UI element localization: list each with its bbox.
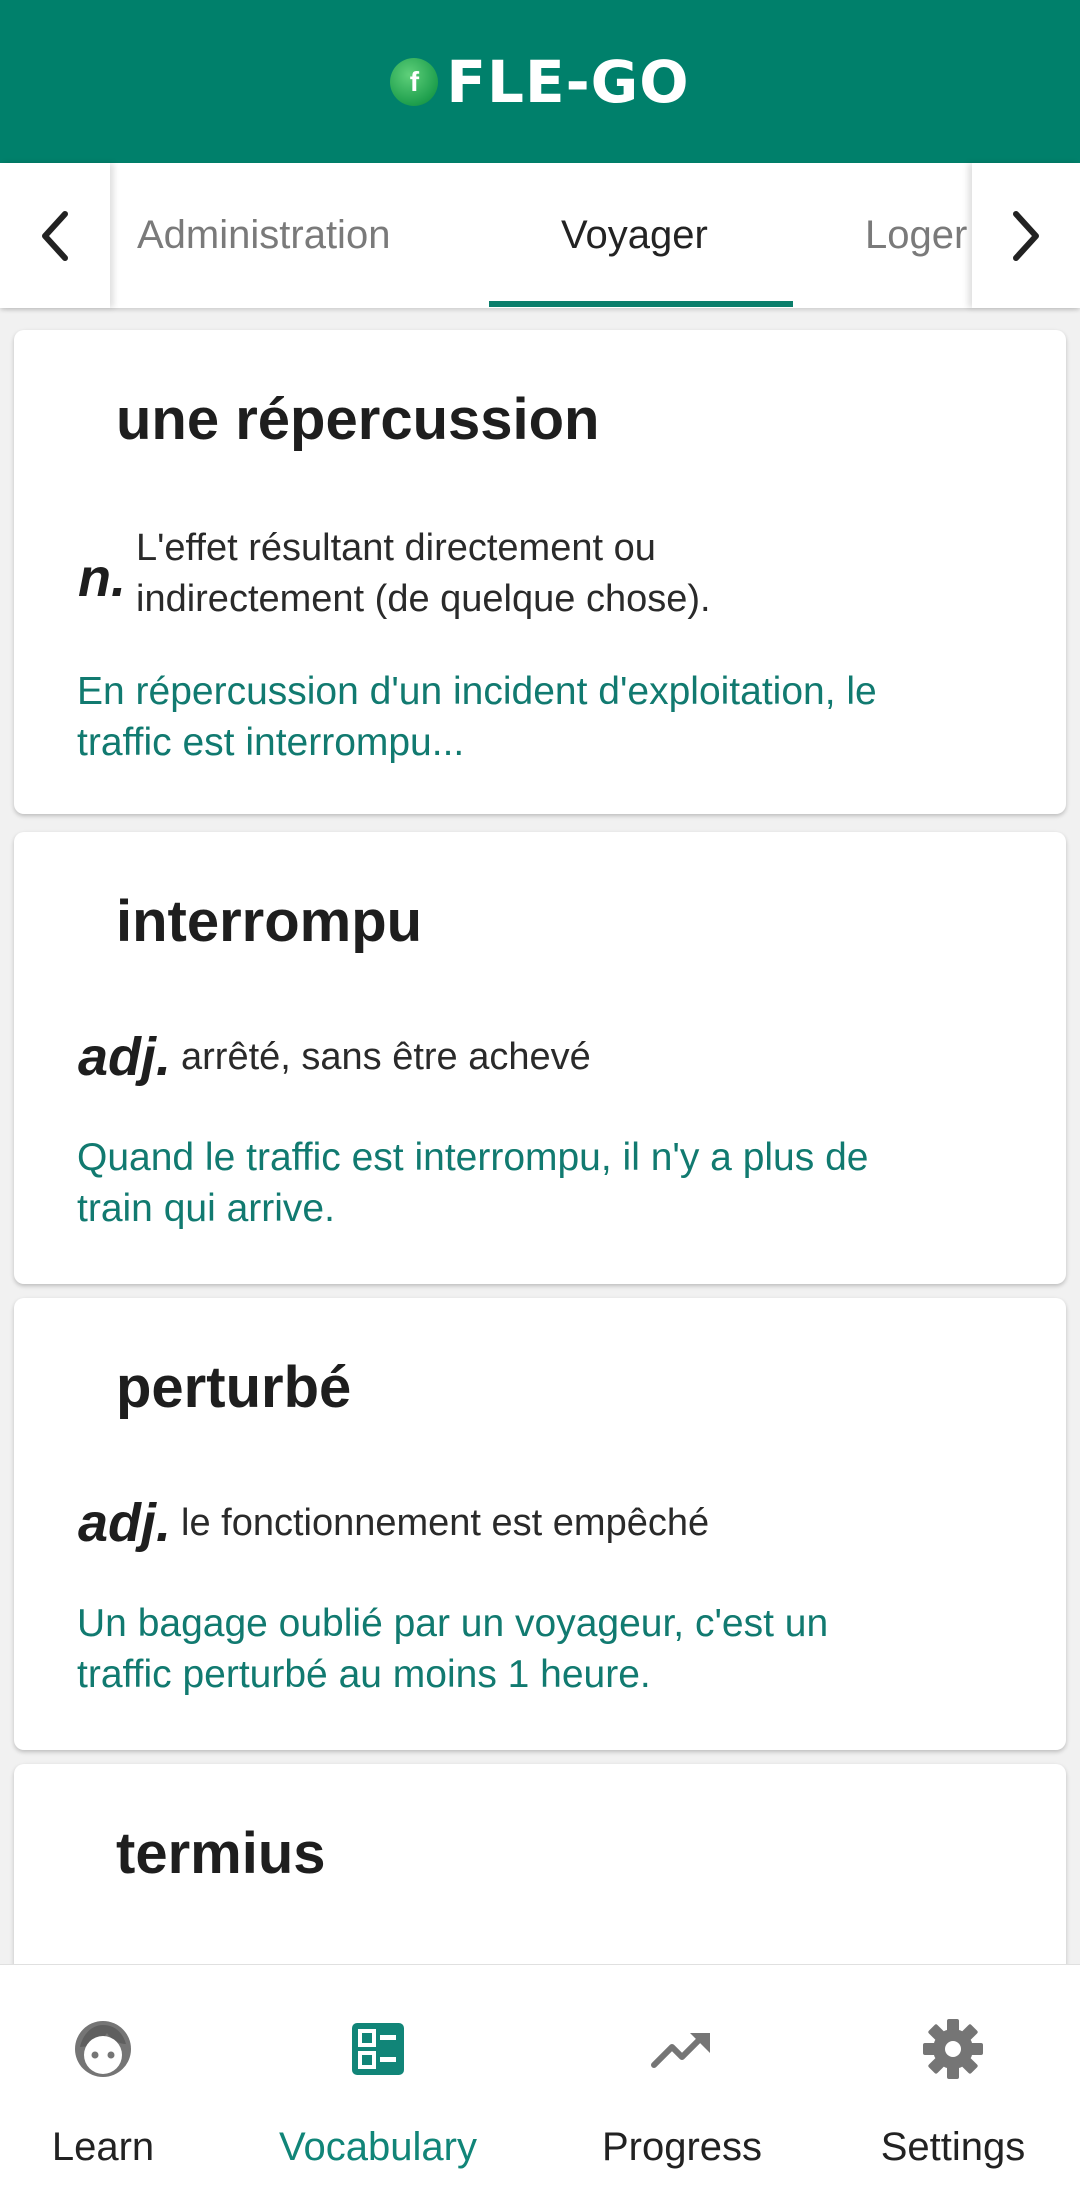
- trending-up-icon: [650, 2017, 714, 2081]
- vocab-word: interrompu: [116, 889, 423, 954]
- brand: f FLE-GO: [390, 48, 689, 116]
- brand-name: FLE-GO: [446, 47, 690, 116]
- tab-voyager[interactable]: Voyager: [561, 163, 708, 308]
- vocabulary-list[interactable]: une répercussion n. L'effet résultant di…: [0, 308, 1080, 1964]
- vocab-definition: arrêté, sans être achevé: [181, 1032, 591, 1083]
- nav-label: Progress: [601, 2125, 763, 2169]
- vocab-card[interactable]: termius: [14, 1764, 1066, 1964]
- tab-administration[interactable]: Administration: [137, 163, 390, 308]
- vocab-word: termius: [116, 1821, 326, 1886]
- nav-label: Learn: [51, 2125, 155, 2169]
- vocab-word: perturbé: [116, 1355, 352, 1420]
- example-line: Quand le traffic est interrompu, il n'y …: [77, 1136, 869, 1179]
- vocab-word: une répercussion: [116, 387, 600, 452]
- nav-progress[interactable]: Progress: [580, 1965, 784, 2202]
- example-line: En répercussion d'un incident d'exploita…: [77, 670, 877, 713]
- vocab-example: En répercussion d'un incident d'exploita…: [77, 666, 1037, 768]
- vocab-example: Quand le traffic est interrompu, il n'y …: [77, 1132, 1037, 1234]
- part-of-speech: adj.: [78, 1493, 172, 1553]
- nav-learn[interactable]: Learn: [0, 1965, 206, 2202]
- tab-loger[interactable]: Loger: [865, 163, 967, 308]
- part-of-speech: n.: [78, 548, 126, 608]
- nav-vocabulary[interactable]: Vocabulary: [260, 1965, 496, 2202]
- part-of-speech: adj.: [78, 1027, 172, 1087]
- category-tabs: Administration Voyager Loger: [0, 163, 1080, 308]
- definition-line: le fonctionnement est empêché: [181, 1502, 710, 1544]
- example-line: train qui arrive.: [77, 1187, 335, 1230]
- gear-icon: [922, 2017, 984, 2081]
- vocab-definition: L'effet résultant directement ou indirec…: [136, 523, 711, 625]
- brand-logo-icon: f: [390, 57, 439, 106]
- chevron-left-icon: [42, 210, 68, 261]
- vocab-example: Un bagage oublié par un voyageur, c'est …: [77, 1598, 1037, 1700]
- app-header: f FLE-GO: [0, 0, 1080, 163]
- nav-label: Settings: [880, 2125, 1026, 2169]
- vocab-card[interactable]: une répercussion n. L'effet résultant di…: [14, 330, 1066, 814]
- example-line: traffic est interrompu...: [77, 721, 465, 764]
- active-tab-indicator: [489, 301, 793, 307]
- definition-line: L'effet résultant directement ou: [136, 527, 656, 569]
- tabs-scroll-left-button[interactable]: [0, 163, 110, 308]
- vocab-card[interactable]: perturbé adj. le fonctionnement est empê…: [14, 1298, 1066, 1750]
- vocab-definition: le fonctionnement est empêché: [181, 1498, 709, 1549]
- face-icon: [71, 2017, 135, 2081]
- example-line: Un bagage oublié par un voyageur, c'est …: [77, 1602, 829, 1645]
- definition-line: indirectement (de quelque chose).: [136, 578, 711, 620]
- vocab-card[interactable]: interrompu adj. arrêté, sans être achevé…: [14, 832, 1066, 1284]
- tabs-scroll-right-button[interactable]: [972, 163, 1080, 308]
- nav-settings[interactable]: Settings: [860, 1965, 1046, 2202]
- bottom-navigation: Learn Vocabulary Progress Settings: [0, 1964, 1080, 2202]
- definition-line: arrêté, sans être achevé: [181, 1036, 591, 1078]
- vocabulary-list-icon: [350, 2017, 406, 2081]
- example-line: traffic perturbé au moins 1 heure.: [77, 1653, 651, 1696]
- chevron-right-icon: [1013, 210, 1039, 261]
- nav-label: Vocabulary: [279, 2125, 477, 2169]
